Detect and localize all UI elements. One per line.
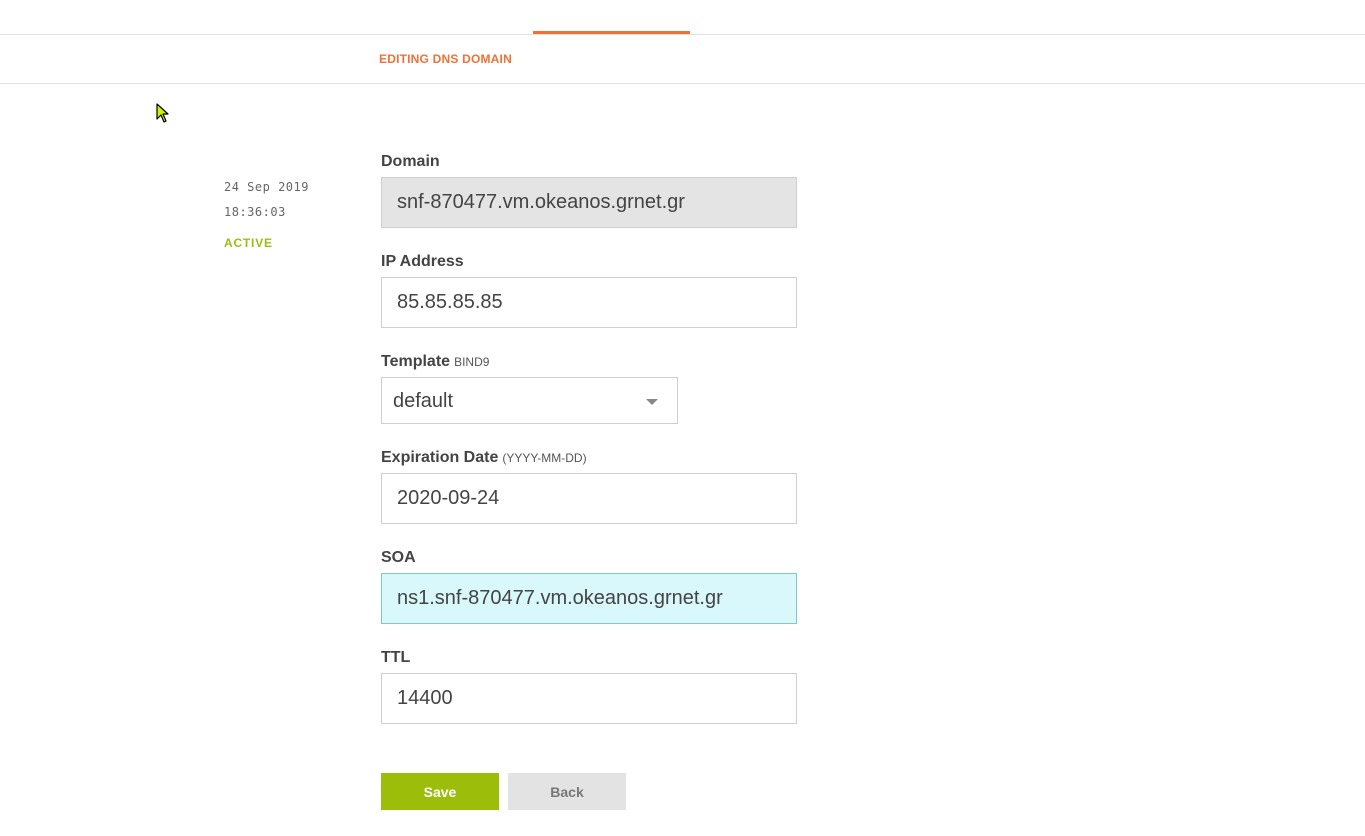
ttl-label: TTL — [381, 649, 411, 666]
ttl-field: TTL — [381, 648, 797, 724]
created-timestamp: 24 Sep 2019 18:36:03 — [224, 180, 309, 219]
ip-address-field: IP Address — [381, 252, 797, 328]
domain-input — [381, 177, 797, 228]
template-select[interactable]: default — [381, 377, 678, 424]
caret-down-icon — [646, 399, 658, 405]
page: EDITING DNS DOMAIN 24 Sep 2019 18:36:03 … — [0, 0, 1365, 836]
ip-address-input[interactable] — [381, 277, 797, 328]
domain-field: Domain — [381, 152, 797, 228]
tab-editing-dns-domain[interactable]: EDITING DNS DOMAIN — [379, 52, 512, 66]
soa-input[interactable] — [381, 573, 797, 624]
template-selected-value: default — [393, 390, 454, 412]
expiration-date-hint: (YYYY-MM-DD) — [502, 451, 587, 465]
ttl-input[interactable] — [381, 673, 797, 724]
expiration-date-label-row: Expiration Date (YYYY-MM-DD) — [381, 448, 797, 468]
mouse-pointer-icon — [156, 103, 169, 123]
tab-bar: EDITING DNS DOMAIN — [0, 34, 1365, 84]
ip-address-label: IP Address — [381, 253, 464, 270]
save-button[interactable]: Save — [381, 773, 499, 810]
back-button[interactable]: Back — [508, 773, 626, 810]
domain-label: Domain — [381, 153, 440, 170]
soa-field: SOA — [381, 548, 797, 624]
expiration-date-field: Expiration Date (YYYY-MM-DD) — [381, 448, 797, 524]
template-hint: BIND9 — [454, 355, 490, 369]
template-label-row: Template BIND9 — [381, 352, 678, 372]
expiration-date-input[interactable] — [381, 473, 797, 524]
expiration-date-label: Expiration Date — [381, 449, 499, 466]
template-field: Template BIND9 default — [381, 352, 678, 424]
template-label: Template — [381, 353, 451, 370]
status-badge: ACTIVE — [224, 236, 273, 250]
soa-label: SOA — [381, 549, 416, 566]
